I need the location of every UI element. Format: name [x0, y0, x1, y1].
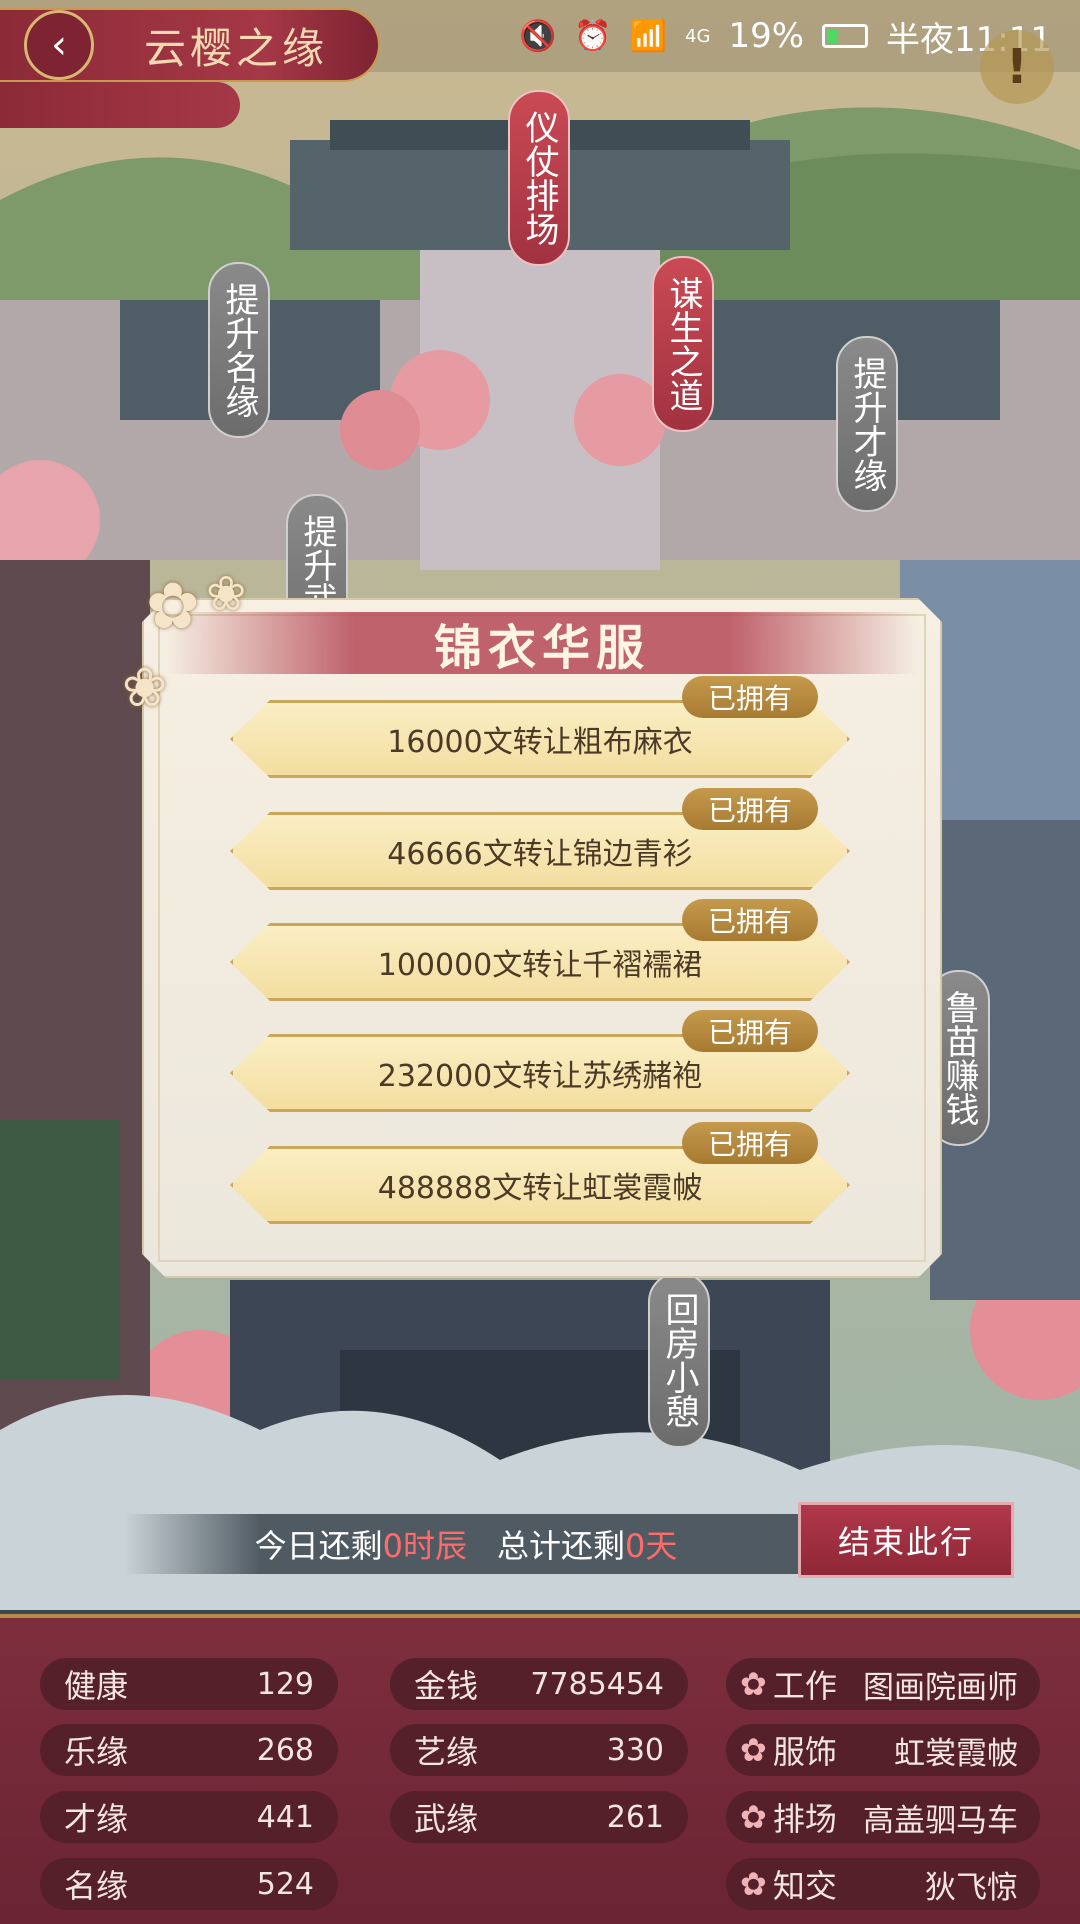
sakura-flower-icon: ❀ [122, 656, 168, 719]
network-label: 4G [685, 25, 711, 47]
map-label-talent[interactable]: 提升才缘 [836, 336, 898, 512]
time-remaining-bar: 今日还剩0时辰 总计还剩0天 [124, 1514, 808, 1574]
sakura-icon: ✿ [740, 1731, 767, 1769]
sakura-flower-icon: ✿ [146, 570, 200, 644]
info-label: 服饰 [772, 1733, 837, 1771]
clothing-option-label: 100000文转让千褶襦裙 [377, 948, 703, 983]
title-ribbon [0, 82, 240, 128]
stat-fame: 名缘 524 [40, 1858, 338, 1910]
back-button[interactable]: ‹ [24, 10, 94, 80]
info-value: 图画院画师 [863, 1669, 1018, 1706]
map-label-text: 鲁苗赚钱 [939, 990, 979, 1126]
sakura-icon: ✿ [740, 1665, 767, 1703]
map-label-text: 提升名缘 [219, 282, 259, 418]
stat-talent: 才缘 441 [40, 1791, 338, 1843]
mute-icon: 🔇 [518, 18, 557, 54]
battery-icon [822, 24, 869, 48]
info-job: ✿ 工作 图画院画师 [726, 1658, 1040, 1710]
alert-button[interactable]: ! [980, 30, 1054, 104]
owned-badge-label: 已拥有 [707, 905, 792, 938]
today-remaining-value: 0时辰 [382, 1527, 467, 1565]
map-label-text: 回房小憩 [659, 1292, 699, 1428]
popup-header: 锦衣华服 [166, 612, 918, 674]
clothing-option-label: 16000文转让粗布麻衣 [387, 725, 693, 760]
map-label-livelihood[interactable]: 谋生之道 [652, 256, 714, 432]
total-remaining-label: 总计还剩 [497, 1527, 626, 1565]
back-arrow-icon: ‹ [51, 22, 67, 68]
stat-label: 健康 [64, 1667, 129, 1705]
info-label: 排场 [772, 1800, 837, 1838]
sakura-flower-icon: ❀ [206, 566, 247, 622]
map-label-text: 谋生之道 [663, 276, 703, 412]
stat-value: 330 [606, 1732, 664, 1768]
info-value: 虹裳霞帔 [894, 1735, 1018, 1772]
owned-badge: 已拥有 [682, 1010, 818, 1052]
info-retinue: ✿ 排场 高盖驷马车 [726, 1791, 1040, 1843]
map-label-text: 提升才缘 [847, 356, 887, 492]
map-label-text: 仪仗排场 [519, 110, 559, 246]
stat-value: 261 [606, 1799, 664, 1835]
today-remaining: 今日还剩0时辰 [255, 1521, 467, 1567]
page-title: 云樱之缘 [144, 23, 329, 73]
exclamation-icon: ! [1006, 39, 1028, 95]
owned-badge: 已拥有 [682, 676, 818, 718]
total-remaining-value: 0天 [625, 1527, 678, 1565]
stat-value: 268 [256, 1732, 314, 1768]
popup-title: 锦衣华服 [433, 620, 650, 676]
owned-badge-label: 已拥有 [707, 794, 792, 827]
clothing-popup: 锦衣华服 16000文转让粗布麻衣 已拥有 46666文转让锦边青衫 已拥有 1… [142, 598, 942, 1278]
stat-label: 名缘 [64, 1867, 129, 1905]
stat-label: 乐缘 [64, 1733, 129, 1771]
info-friend: ✿ 知交 狄飞惊 [726, 1858, 1040, 1910]
stat-value: 7785454 [530, 1666, 664, 1702]
stat-label: 艺缘 [414, 1733, 479, 1771]
clothing-option-label: 232000文转让苏绣赭袍 [377, 1059, 703, 1094]
stat-value: 441 [256, 1799, 314, 1835]
stat-martial: 武缘 261 [390, 1791, 688, 1843]
stat-label: 金钱 [414, 1667, 479, 1705]
sakura-icon: ✿ [740, 1865, 767, 1903]
map-label-rest[interactable]: 回房小憩 [648, 1272, 710, 1448]
wifi-icon: 📶 [629, 18, 668, 54]
battery-percent: 19% [728, 16, 805, 56]
owned-badge: 已拥有 [682, 899, 818, 941]
total-remaining: 总计还剩0天 [497, 1521, 677, 1567]
owned-badge: 已拥有 [682, 788, 818, 830]
stat-label: 武缘 [414, 1800, 479, 1838]
info-label: 工作 [772, 1667, 837, 1705]
today-remaining-label: 今日还剩 [254, 1527, 383, 1565]
stats-panel: 健康 129 乐缘 268 才缘 441 名缘 524 金钱 7785454 艺… [0, 1614, 1080, 1924]
stat-label: 才缘 [64, 1800, 129, 1838]
stat-money: 金钱 7785454 [390, 1658, 688, 1710]
stat-art: 艺缘 330 [390, 1724, 688, 1776]
stat-health: 健康 129 [40, 1658, 338, 1710]
owned-badge: 已拥有 [682, 1122, 818, 1164]
owned-badge-label: 已拥有 [707, 682, 792, 715]
alarm-icon: ⏰ [574, 18, 612, 54]
sakura-icon: ✿ [740, 1798, 767, 1836]
clothing-option-label: 46666文转让锦边青衫 [387, 837, 693, 872]
info-value: 高盖驷马车 [863, 1802, 1018, 1839]
end-trip-button[interactable]: 结束此行 [798, 1502, 1014, 1578]
clothing-option-label: 488888文转让虹裳霞帔 [377, 1171, 703, 1206]
owned-badge-label: 已拥有 [707, 1128, 792, 1161]
map-label-fame[interactable]: 提升名缘 [208, 262, 270, 438]
info-clothing: ✿ 服饰 虹裳霞帔 [726, 1724, 1040, 1776]
title-banner: ‹ 云樱之缘 [0, 8, 380, 82]
stat-value: 524 [256, 1866, 314, 1902]
stat-value: 129 [256, 1666, 314, 1702]
info-value: 狄飞惊 [925, 1869, 1018, 1906]
stat-joy: 乐缘 268 [40, 1724, 338, 1776]
info-label: 知交 [772, 1867, 837, 1905]
map-label-ceremony[interactable]: 仪仗排场 [508, 90, 570, 266]
owned-badge-label: 已拥有 [707, 1016, 792, 1049]
